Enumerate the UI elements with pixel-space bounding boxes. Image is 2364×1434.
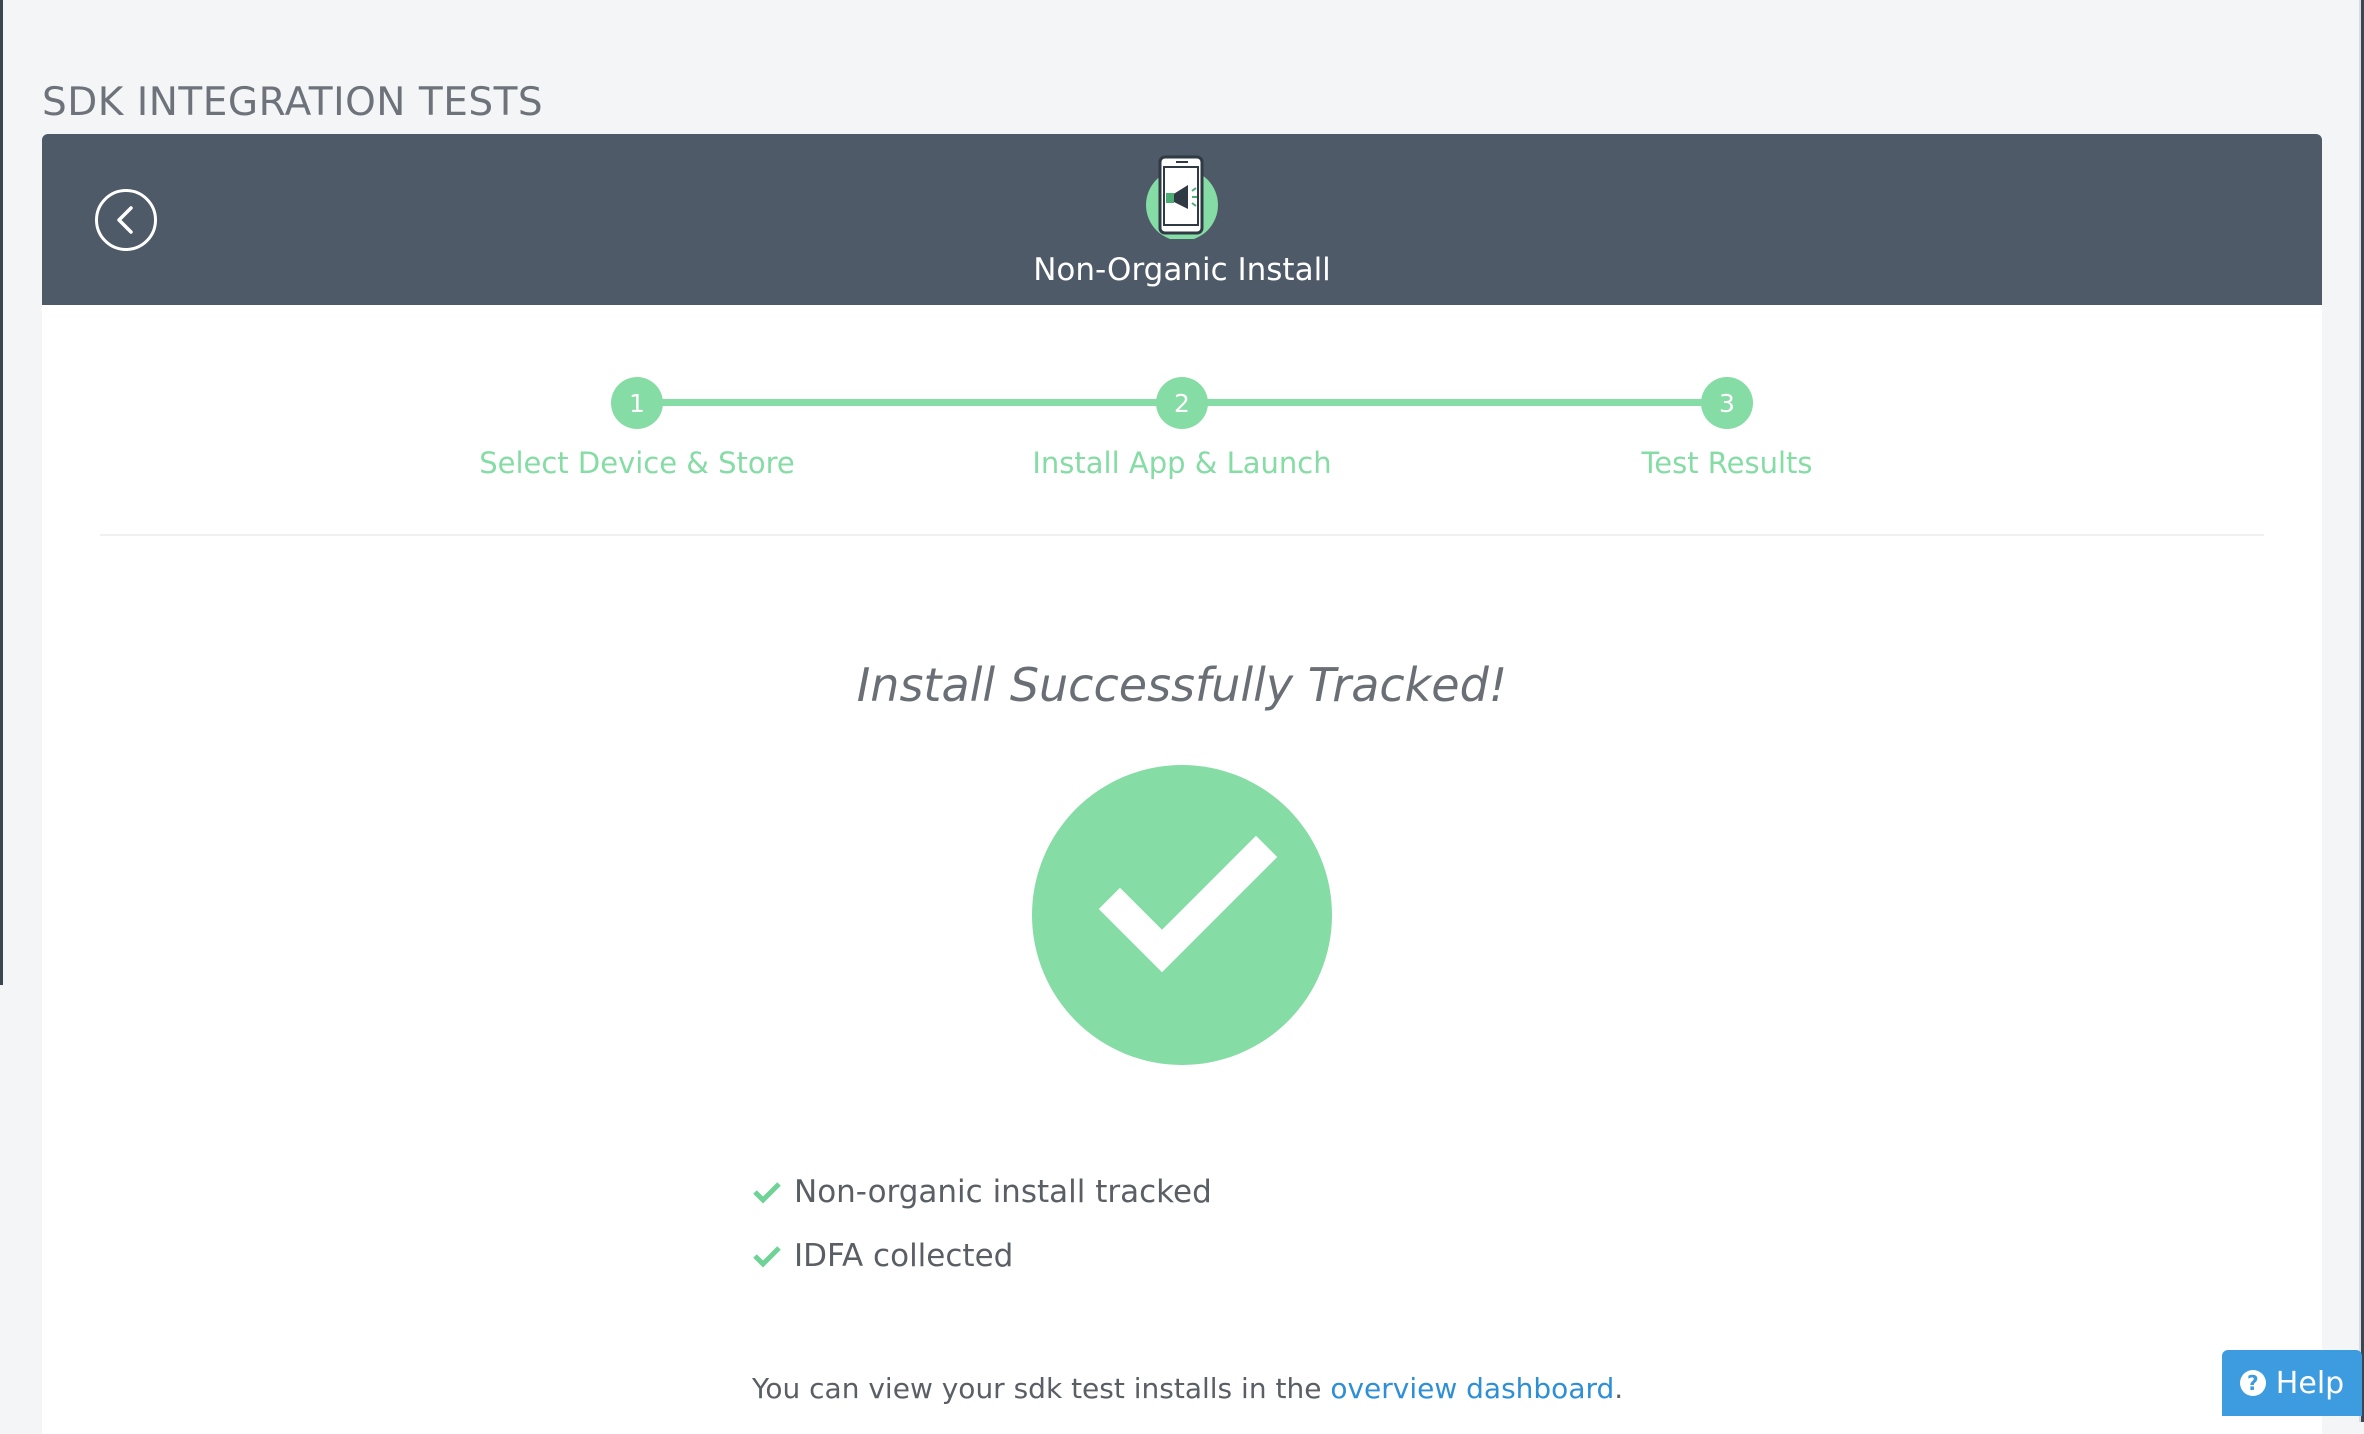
success-heading: Install Successfully Tracked!: [856, 658, 1508, 712]
result-checklist: Non-organic install tracked IDFA collect…: [752, 1160, 1212, 1288]
footer-text-after: .: [1614, 1372, 1624, 1405]
phone-megaphone-icon: [1146, 155, 1218, 239]
step-1-label: Select Device & Store: [479, 446, 795, 480]
step-1-marker: 1: [611, 377, 663, 429]
help-label: Help: [2275, 1365, 2345, 1401]
step-connector-1-2: [637, 399, 1182, 406]
check-icon: [753, 1246, 781, 1268]
test-type-title: Non-Organic Install: [1033, 252, 1331, 288]
check-item-idfa: IDFA collected: [752, 1224, 1212, 1288]
check-item-label: IDFA collected: [794, 1238, 1014, 1274]
check-item-label: Non-organic install tracked: [794, 1174, 1212, 1210]
help-button[interactable]: ? Help: [2222, 1350, 2362, 1416]
step-2-marker: 2: [1156, 377, 1208, 429]
success-badge: [1032, 765, 1332, 1065]
card-header: Non-Organic Install: [42, 134, 2322, 305]
footer-note: You can view your sdk test installs in t…: [752, 1372, 1623, 1405]
check-item-non-organic: Non-organic install tracked: [752, 1160, 1212, 1224]
step-3-marker: 3: [1701, 377, 1753, 429]
question-circle-icon: ?: [2239, 1370, 2266, 1396]
window-left-edge: [0, 0, 3, 985]
large-checkmark-icon: [1098, 835, 1278, 973]
back-button[interactable]: [95, 189, 157, 251]
step-connector-2-3: [1182, 399, 1727, 406]
overview-dashboard-link[interactable]: overview dashboard: [1330, 1372, 1614, 1405]
page-title: SDK INTEGRATION TESTS: [42, 80, 544, 126]
section-divider: [100, 534, 2264, 536]
step-3-label: Test Results: [1641, 446, 1813, 480]
chevron-left-icon: [117, 206, 133, 234]
step-2-label: Install App & Launch: [1032, 446, 1332, 480]
footer-text-before: You can view your sdk test installs in t…: [752, 1372, 1331, 1405]
check-icon: [753, 1182, 781, 1204]
progress-stepper: 1 2 3 Select Device & Store Install App …: [42, 354, 2322, 480]
